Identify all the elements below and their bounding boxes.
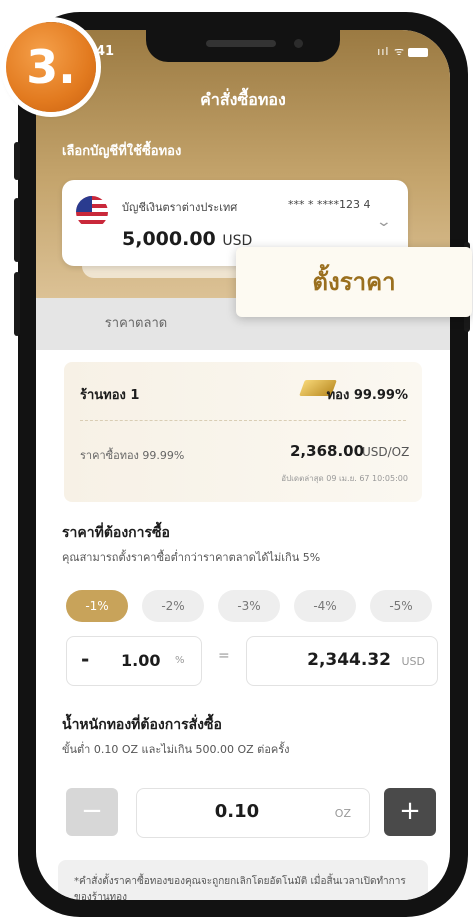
speaker [206,40,276,47]
buy-price-value: 2,368.00 [290,442,365,460]
gold-purity: ทอง 99.99% [326,388,408,403]
shop-name: ร้านทอง 1 [80,388,140,403]
increase-button[interactable]: + [384,788,436,836]
percent-value: 1.00 [121,651,161,670]
target-price-note: คุณสามารถตั้งราคาซื้อต่ำกว่าราคาตลาดได้ไ… [62,551,321,564]
decrease-button[interactable]: − [66,788,118,836]
tab-set-price[interactable]: ตั้งราคา [236,247,472,317]
percent-input[interactable]: - 1.00 % [66,636,202,686]
target-price-value: 2,344.32 [307,650,391,670]
minus-sign: - [81,647,90,671]
target-price-input[interactable]: 2,344.32 USD [246,636,438,686]
tab-market-price[interactable]: ราคาตลาด [36,298,236,350]
chip-minus-2[interactable]: -2% [142,590,204,622]
equals-sign: = [218,648,230,664]
chip-minus-3[interactable]: -3% [218,590,280,622]
chevron-down-icon[interactable]: ⌄ [376,214,392,230]
weight-value: 0.10 [214,801,260,822]
buy-price-unit: USD/OZ [362,445,410,459]
buy-price-label: ราคาซื้อทอง 99.99% [80,449,185,462]
account-balance: 5,000.00 USD [122,228,252,250]
chip-minus-5[interactable]: -5% [370,590,432,622]
account-section-label: เลือกบัญชีที่ใช้ซื้อทอง [62,144,182,159]
percent-unit: % [175,655,185,666]
balance-value: 5,000.00 [122,228,216,250]
volume-down-button [14,272,20,336]
battery-icon [408,47,428,57]
chip-minus-1[interactable]: -1% [66,590,128,622]
weight-title: น้ำหนักทองที่ต้องการสั่งซื้อ [62,717,222,733]
discount-chips: -1% -2% -3% -4% -5% [66,590,446,622]
volume-up-button [14,198,20,262]
weight-input[interactable]: 0.10 OZ [136,788,370,838]
step-badge: 3. [6,22,96,112]
price-updated-time: อัปเดตล่าสุด 09 เม.ย. 67 10:05:00 [281,474,408,483]
chip-minus-4[interactable]: -4% [294,590,356,622]
us-flag-icon [76,196,108,228]
page-title: คำสั่งซื้อทอง [200,90,286,109]
disclaimer-note: *คำสั่งตั้งราคาซื้อทองของคุณจะถูกยกเลิกโ… [58,860,428,900]
signal-wifi-icon: ııl ᯤ [377,45,405,58]
account-number: *** * ****123 4 [288,198,371,211]
gold-shop-card: ร้านทอง 1 ทอง 99.99% ราคาซื้อทอง 99.99% … [64,362,422,502]
weight-note: ขั้นต่ำ 0.10 OZ และไม่เกิน 500.00 OZ ต่อ… [62,743,290,756]
status-icons: ııl ᯤ [377,44,428,59]
weight-unit: OZ [334,807,351,820]
status-time: 41 [96,44,115,59]
app-screen: 41 ııl ᯤ ‹ คำสั่งซื้อทอง เลือกบัญชีที่ใช… [36,30,450,900]
divider [80,420,406,422]
notch [146,30,340,62]
target-price-title: ราคาที่ต้องการซื้อ [62,525,170,541]
account-name: บัญชีเงินตราต่างประเทศ [122,201,238,214]
target-price-unit: USD [401,655,425,668]
camera [294,39,303,48]
mute-switch [14,142,20,180]
